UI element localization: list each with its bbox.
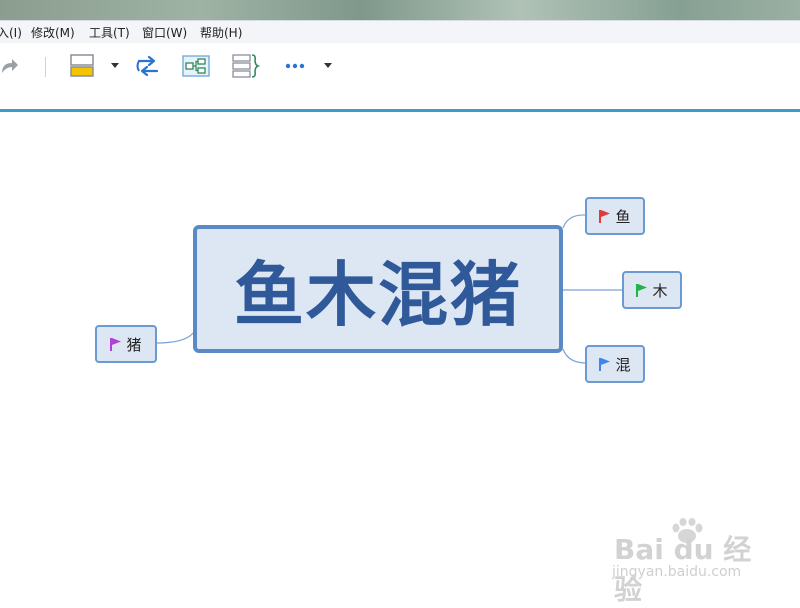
subtopic-wood[interactable]: 木 [622, 271, 682, 309]
connector-line [562, 214, 587, 229]
baidu-watermark: Bai du 经验 jingyan.baidu.com [612, 518, 772, 606]
blue-flag-icon [599, 357, 611, 371]
subtopic-fish[interactable]: 鱼 [585, 197, 645, 235]
subtopic-label: 鱼 [615, 207, 631, 226]
subtopic-mix[interactable]: 混 [585, 345, 645, 383]
watermark-url: jingyan.baidu.com [612, 564, 742, 580]
green-flag-icon [636, 283, 648, 297]
purple-flag-icon [110, 337, 122, 351]
subtopic-label: 猪 [126, 335, 142, 354]
central-topic-label: 鱼木混猪 [234, 253, 522, 336]
red-flag-icon [599, 209, 611, 223]
subtopic-label: 混 [615, 355, 631, 374]
central-topic[interactable]: 鱼木混猪 [193, 225, 563, 353]
subtopic-pig[interactable]: 猪 [95, 325, 157, 363]
connector-line [562, 348, 587, 364]
connector-line [155, 332, 194, 344]
subtopic-label: 木 [652, 281, 668, 300]
